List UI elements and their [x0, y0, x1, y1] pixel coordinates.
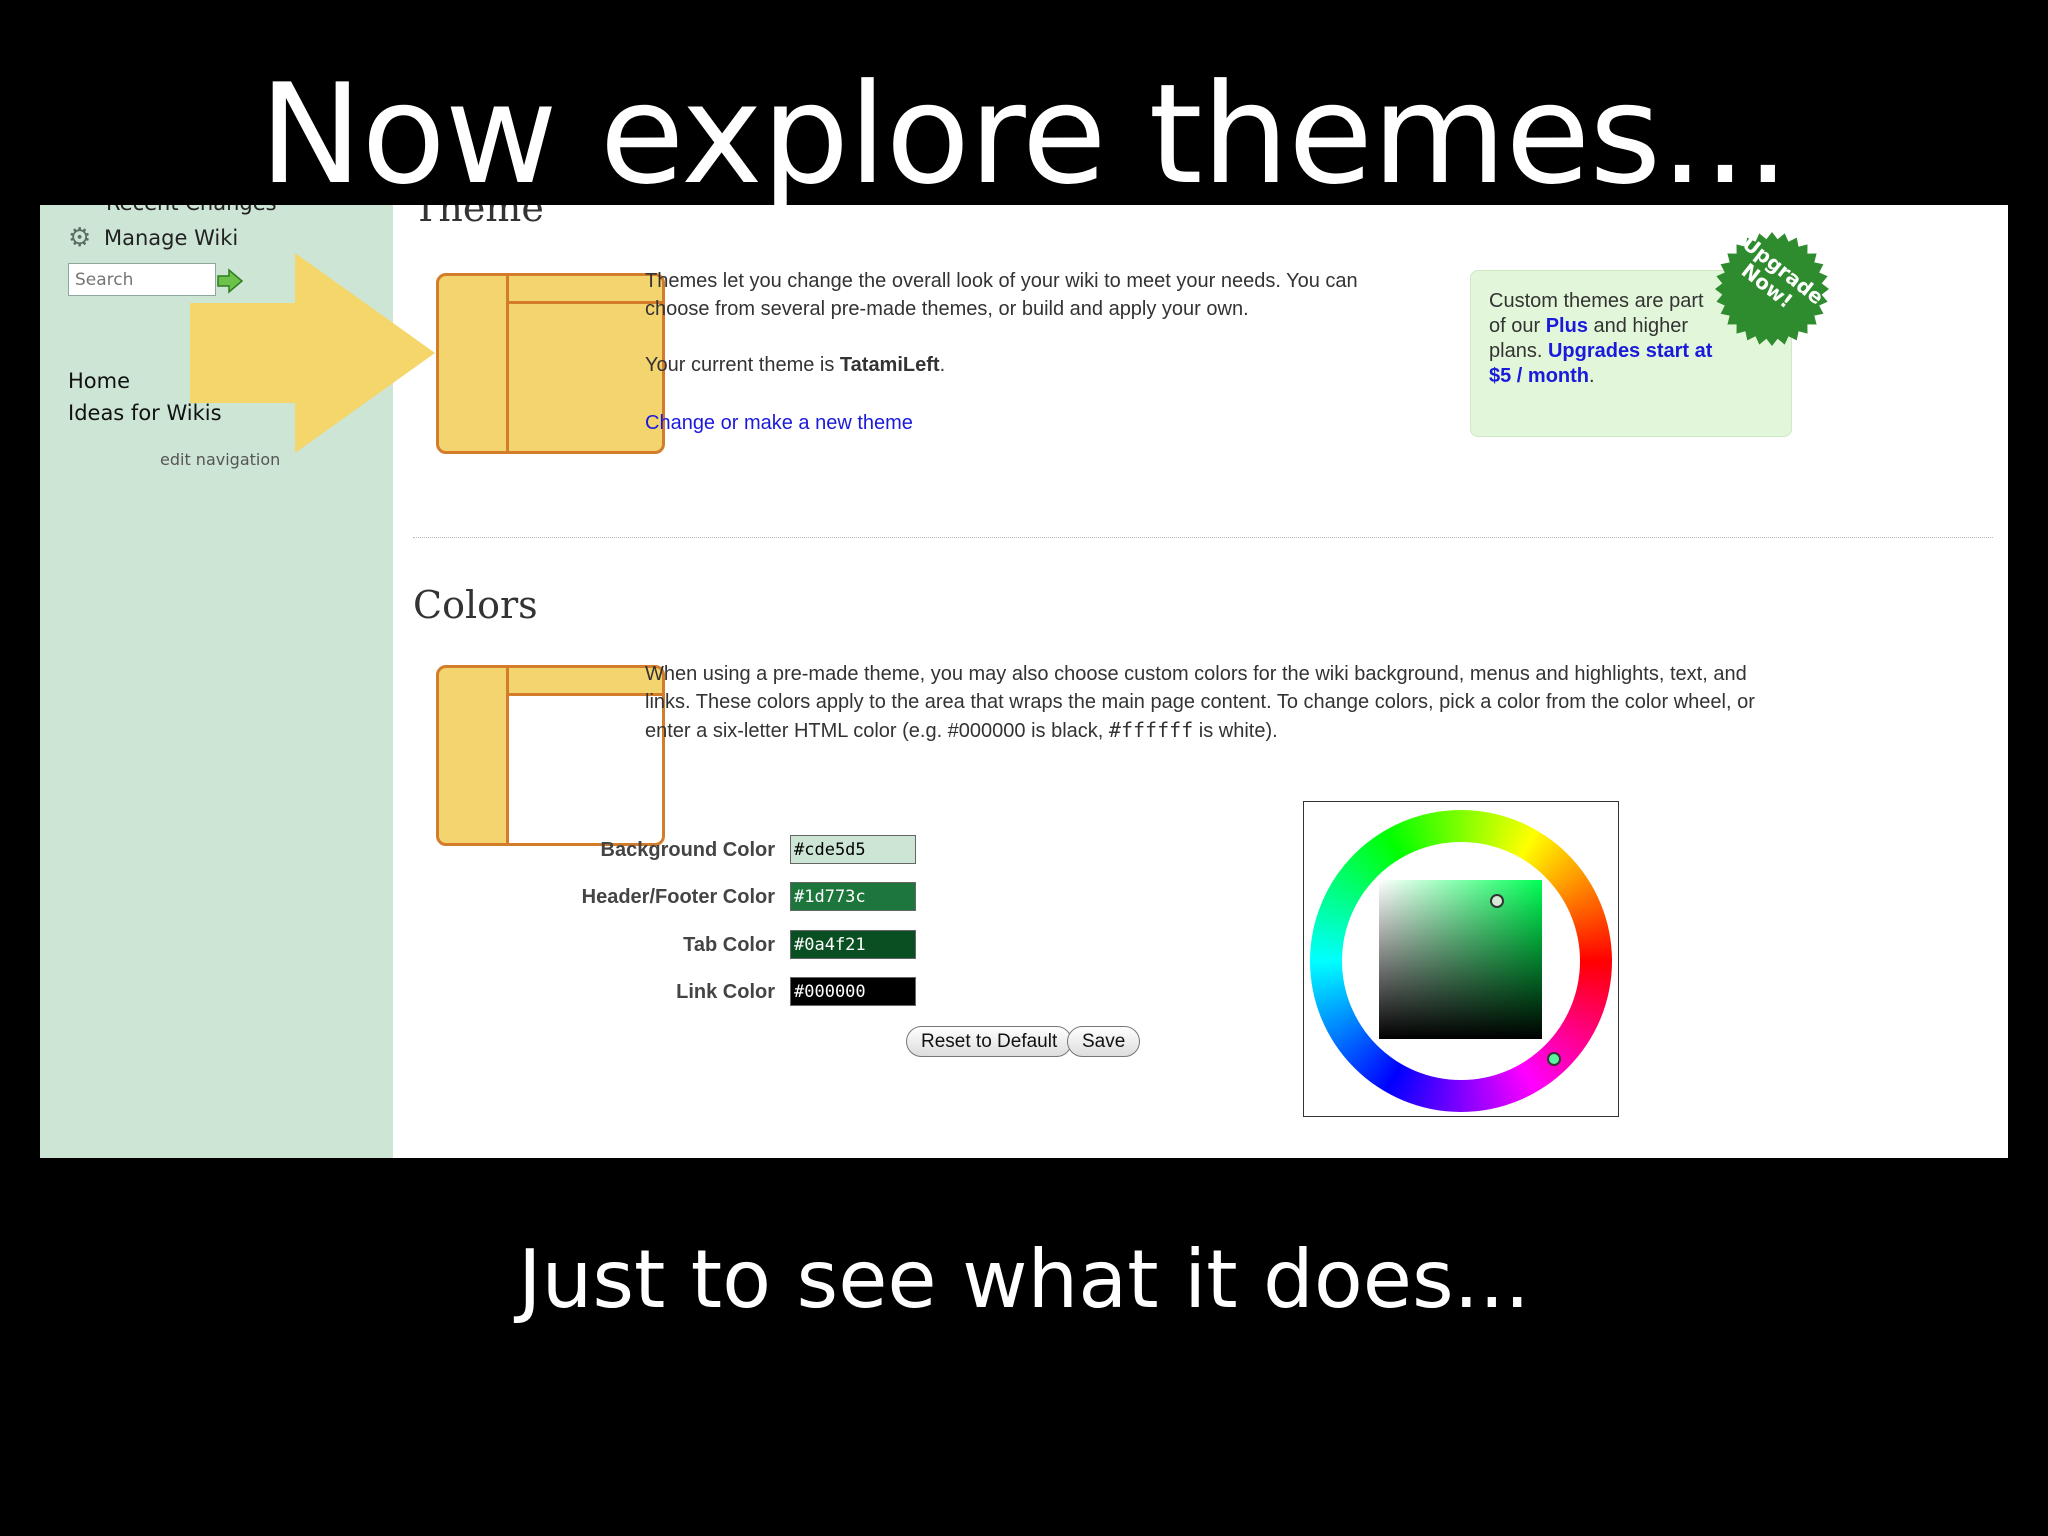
upgrade-suffix: . — [1589, 365, 1595, 387]
current-theme-text: Your current theme is TatamiLeft. — [645, 351, 1405, 379]
saturation-marker[interactable] — [1490, 894, 1504, 908]
main-content: Theme Themes let you change the overall … — [393, 205, 2008, 1158]
colors-thumbnail — [436, 665, 665, 846]
header-footer-color-row: Header/Footer Color — [582, 882, 923, 912]
wiki-screenshot: Recent Changes ⚙ Manage Wiki Home Ideas … — [40, 205, 2008, 1158]
tab-color-row: Tab Color — [593, 930, 923, 960]
save-button[interactable]: Save — [1067, 1026, 1141, 1057]
theme-thumbnail — [436, 273, 665, 454]
tab-color-input[interactable] — [790, 930, 916, 959]
slide-subtitle: Just to see what it does... — [518, 1233, 1530, 1326]
white-code: #ffffff — [1108, 718, 1194, 742]
change-theme-link[interactable]: Change or make a new theme — [645, 409, 913, 437]
upgrade-text: Custom themes are part of our Plus and h… — [1489, 289, 1719, 389]
thumb-header — [509, 668, 662, 696]
link-color-input[interactable] — [790, 977, 916, 1006]
link-color-label: Link Color — [676, 981, 775, 1003]
current-theme-prefix: Your current theme is — [645, 354, 840, 376]
hue-marker[interactable] — [1547, 1052, 1561, 1066]
thumb-header — [509, 276, 662, 304]
reset-to-default-button[interactable]: Reset to Default — [906, 1026, 1073, 1057]
colors-heading: Colors — [413, 583, 538, 627]
header-footer-color-input[interactable] — [790, 882, 916, 911]
saturation-square[interactable] — [1379, 880, 1542, 1039]
sidebar-nav: Home Ideas for Wikis — [68, 365, 222, 429]
link-color-row: Link Color — [593, 977, 923, 1007]
sidebar-item-label: Manage Wiki — [104, 226, 239, 250]
sidebar-item-home[interactable]: Home — [68, 365, 222, 397]
background-color-label: Background Color — [600, 839, 775, 861]
edit-navigation-link[interactable]: edit navigation — [160, 450, 280, 469]
sidebar: Recent Changes ⚙ Manage Wiki Home Ideas … — [40, 205, 435, 1158]
theme-description: Themes let you change the overall look o… — [645, 270, 1358, 320]
background-color-input[interactable] — [790, 835, 916, 864]
color-picker — [1303, 801, 1619, 1117]
thumb-sidebar — [439, 276, 509, 451]
colors-description: When using a pre-made theme, you may als… — [645, 660, 1795, 745]
sidebar-item-ideas-for-wikis[interactable]: Ideas for Wikis — [68, 397, 222, 429]
slide-title: Now explore themes... — [259, 54, 1790, 215]
gear-icon: ⚙ — [68, 223, 92, 253]
sidebar-item-manage-wiki[interactable]: ⚙ Manage Wiki — [68, 225, 238, 251]
tab-color-label: Tab Color — [683, 934, 775, 956]
section-divider — [413, 537, 1993, 538]
thumb-content — [509, 696, 662, 843]
colors-description-part2: is white). — [1193, 720, 1278, 742]
current-theme-suffix: . — [939, 354, 946, 376]
header-footer-color-label: Header/Footer Color — [581, 886, 775, 908]
background-color-row: Background Color — [593, 835, 923, 865]
current-theme-name: TatamiLeft — [839, 354, 940, 376]
plus-link[interactable]: Plus — [1546, 315, 1588, 337]
thumb-sidebar — [439, 668, 509, 843]
